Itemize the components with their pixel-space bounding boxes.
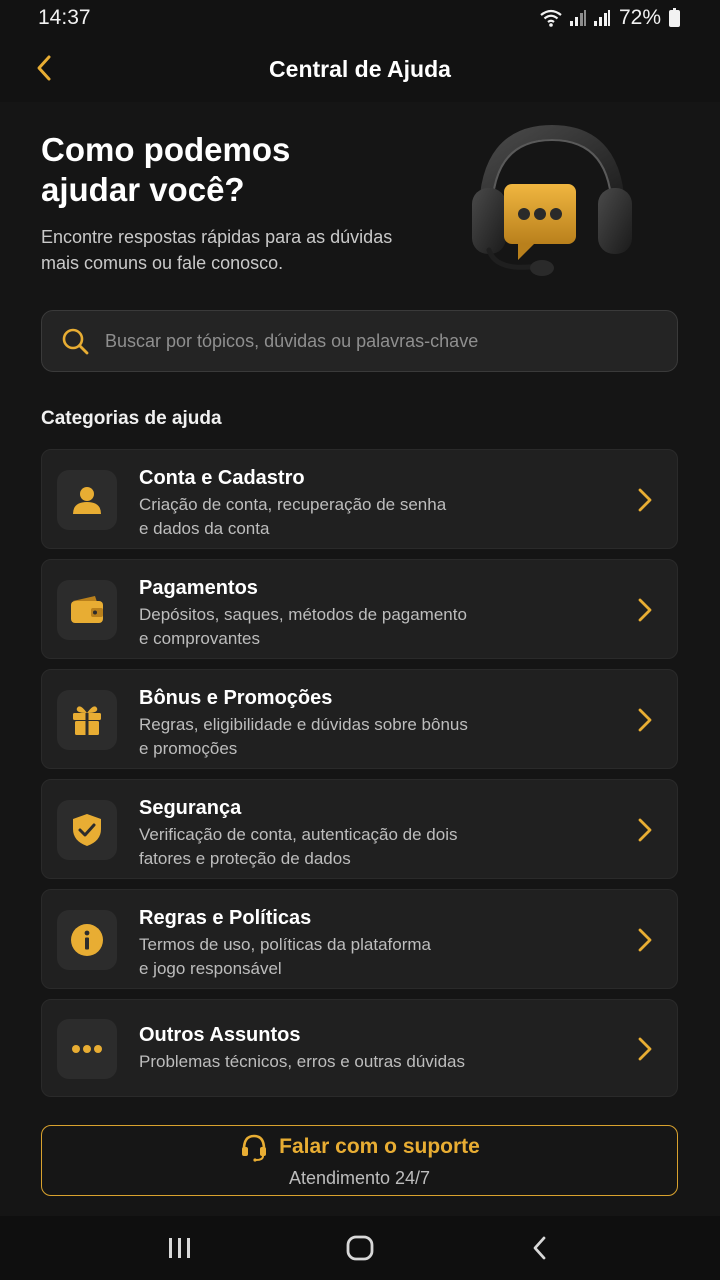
category-desc-line: e comprovantes [139,629,260,648]
section-title: Categorias de ajuda [41,408,222,429]
category-desc-line: Termos de uso, políticas da plataforma [139,935,431,954]
status-bar: 14:37 72% [0,0,720,36]
chevron-right-icon [638,708,652,732]
chevron-right-icon [638,488,652,512]
category-list: Conta e Cadastro Criação de conta, recup… [41,449,678,1107]
category-item-outros[interactable]: Outros Assuntos Problemas técnicos, erro… [41,999,678,1097]
back-icon [533,1236,546,1260]
category-icon-box [57,470,117,530]
category-desc-line: Depósitos, saques, métodos de pagamento [139,605,467,624]
search-icon [62,328,89,355]
category-item-pagamentos[interactable]: Pagamentos Depósitos, saques, métodos de… [41,559,678,659]
wifi-icon [540,9,562,27]
chevron-right-icon [638,818,652,842]
category-title: Conta e Cadastro [139,467,305,489]
category-text: Outros Assuntos Problemas técnicos, erro… [139,1022,539,1074]
signal-icon [569,10,586,26]
category-text: Bônus e Promoções Regras, eligibilidade … [139,685,539,761]
search-input[interactable]: Buscar por tópicos, dúvidas ou palavras-… [41,310,678,372]
category-icon-box [57,690,117,750]
category-title: Pagamentos [139,577,258,599]
status-right: 72% [539,6,680,30]
category-desc-line: Verificação de conta, autenticação de do… [139,825,458,844]
category-description: Depósitos, saques, métodos de pagamento … [139,603,539,651]
recent-apps-button[interactable] [150,1228,210,1268]
category-icon-box [57,580,117,640]
category-desc-line: fatores e proteção de dados [139,849,351,868]
system-nav-bar [0,1216,720,1280]
hero: Como podemos ajudar você? Encontre respo… [41,130,441,276]
category-desc-line: e dados da conta [139,519,270,538]
category-icon-box [57,910,117,970]
more-dots-icon [72,1045,102,1053]
category-text: Pagamentos Depósitos, saques, métodos de… [139,575,539,651]
hero-subtitle: Encontre respostas rápidas para as dúvid… [41,227,393,273]
category-item-conta[interactable]: Conta e Cadastro Criação de conta, recup… [41,449,678,549]
system-back-button[interactable] [510,1228,570,1268]
category-text: Conta e Cadastro Criação de conta, recup… [139,465,539,541]
category-title: Bônus e Promoções [139,687,333,709]
home-button[interactable] [330,1228,390,1268]
status-time: 14:37 [38,6,91,29]
search-placeholder: Buscar por tópicos, dúvidas ou palavras-… [105,330,479,351]
signal-icon [593,10,610,26]
category-text: Segurança Verificação de conta, autentic… [139,795,539,871]
contact-support-button[interactable]: Falar com o suporte Atendimento 24/7 [41,1125,678,1196]
battery-icon [669,7,680,27]
category-title: Segurança [139,797,242,819]
chevron-right-icon [638,1037,652,1061]
chevron-right-icon [638,598,652,622]
gift-icon [73,706,101,735]
category-icon-box [57,800,117,860]
category-title: Outros Assuntos [139,1024,301,1046]
category-desc-line: Regras, eligibilidade e dúvidas sobre bô… [139,715,468,734]
wallet-icon [71,596,103,623]
category-title: Regras e Políticas [139,907,312,929]
category-desc-line: Criação de conta, recuperação de senha [139,495,447,514]
battery-percent: 72% [618,6,661,29]
hero-title: Como podemos ajudar você? [41,131,291,208]
support-row: Falar com o suporte [239,1132,480,1162]
headset-chat-icon [472,124,632,276]
home-icon [346,1235,374,1261]
category-description: Criação de conta, recuperação de senha e… [139,493,539,541]
category-text: Regras e Políticas Termos de uso, políti… [139,905,539,981]
chevron-right-icon [638,928,652,952]
recent-apps-icon [169,1238,190,1258]
category-icon-box [57,1019,117,1079]
back-button[interactable] [26,50,62,86]
category-description: Regras, eligibilidade e dúvidas sobre bô… [139,713,539,761]
shield-check-icon [73,814,101,846]
category-desc-line: e jogo responsável [139,959,282,978]
support-subtitle: Atendimento 24/7 [288,1168,431,1188]
chevron-left-icon [37,55,51,81]
category-description: Termos de uso, políticas da plataforma e… [139,933,539,981]
category-description: Problemas técnicos, erros e outras dúvid… [139,1050,539,1074]
app-header: Central de Ajuda [0,36,720,102]
category-item-seguranca[interactable]: Segurança Verificação de conta, autentic… [41,779,678,879]
category-item-regras[interactable]: Regras e Políticas Termos de uso, políti… [41,889,678,989]
status-icons [539,9,611,27]
category-item-bonus[interactable]: Bônus e Promoções Regras, eligibilidade … [41,669,678,769]
support-label: Falar com o suporte [279,1135,480,1158]
category-desc-line: Problemas técnicos, erros e outras dúvid… [139,1052,465,1071]
category-desc-line: e promoções [139,739,238,758]
headset-icon [242,1134,267,1162]
page-title: Central de Ajuda [269,55,451,82]
category-description: Verificação de conta, autenticação de do… [139,823,539,871]
user-icon [73,487,101,514]
info-icon [71,924,103,956]
